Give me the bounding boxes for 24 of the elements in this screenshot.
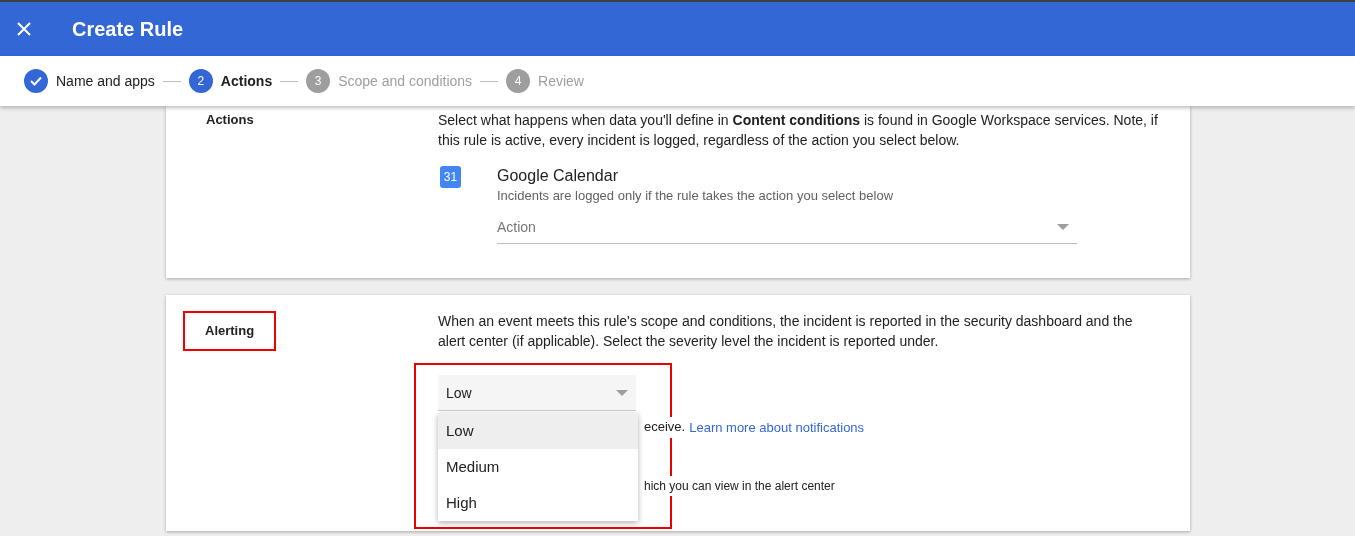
calendar-icon: 31	[440, 166, 461, 188]
menu-option[interactable]: Low	[438, 413, 638, 449]
menu-option[interactable]: High	[438, 485, 638, 521]
alert-center-text: hich you can view in the alert center	[644, 476, 835, 496]
dropdown-arrow-icon	[616, 389, 628, 396]
app-hint: Incidents are logged only if the rule takes the action you select below	[497, 187, 895, 205]
notifications-link[interactable]: Learn more about notifications	[689, 420, 865, 435]
menu-option[interactable]: Medium	[438, 449, 638, 485]
dropdown-arrow-icon	[1057, 223, 1069, 230]
close-icon[interactable]	[16, 21, 32, 37]
action-select[interactable]: Action	[497, 210, 1077, 244]
section-heading: Actions	[206, 112, 254, 127]
section-heading: Alerting	[183, 311, 277, 351]
step-label[interactable]: Actions	[220, 70, 273, 92]
section-description: Select what happens when data you'll define in Content conditions is found in Google Workspace services. Note, if this rule is active, every incident is logged, regardless of the action you select below.	[438, 111, 1158, 150]
section-description: When an event meets this rule's scope and conditions, the incident is reported in the security dashboard and the alert center (if applicable). Select the severity level the incident is reported under.	[438, 312, 1134, 351]
step-number: 4	[506, 69, 531, 93]
step-label[interactable]: Name and apps	[56, 70, 155, 92]
step-number: 3	[306, 69, 331, 93]
page-title: Create Rule	[72, 17, 184, 42]
notification-text: eceive.	[644, 417, 686, 438]
app-name: Google Calendar	[497, 166, 619, 186]
severity-select[interactable]: Low	[438, 375, 636, 411]
step-number: 2	[188, 69, 213, 93]
